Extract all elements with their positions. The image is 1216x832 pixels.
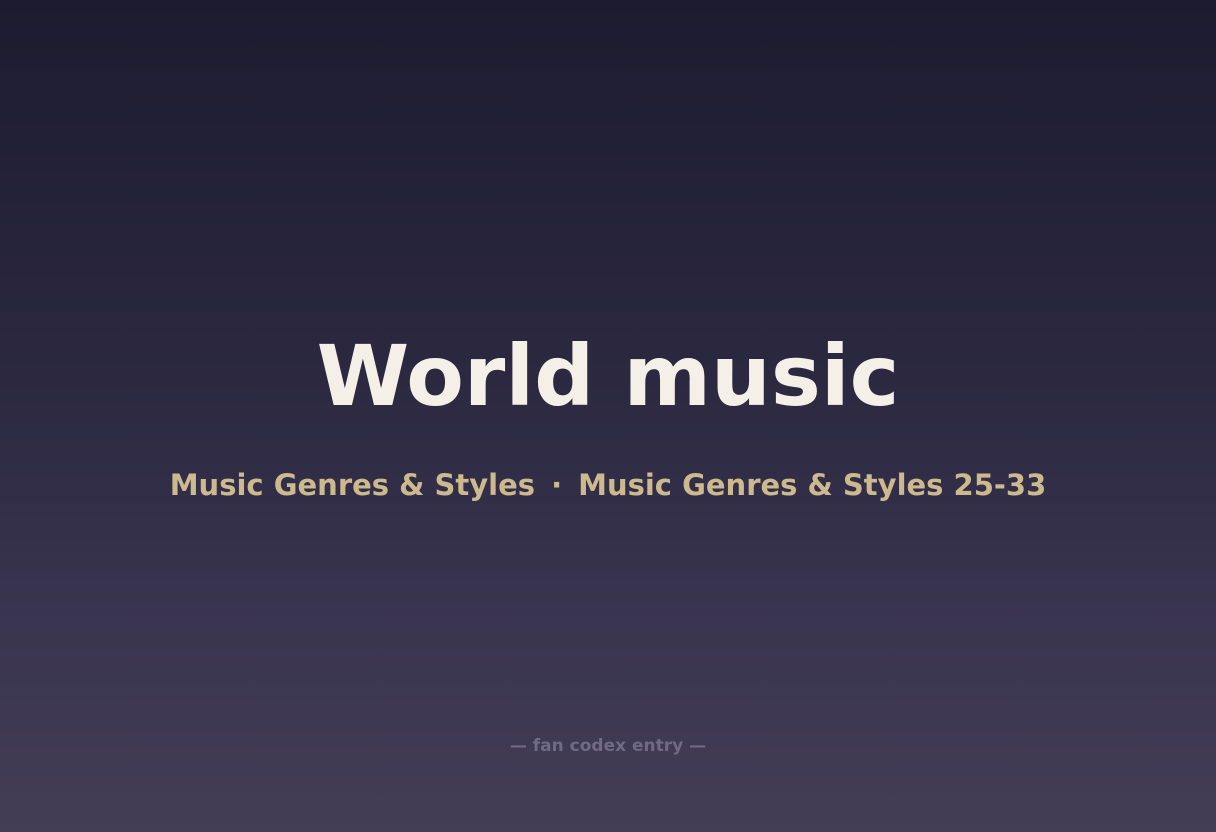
subtitle-line: Music Genres & Styles · Music Genres & Sty… — [0, 466, 1216, 504]
page-title: World music — [316, 327, 900, 425]
category-range-label: Music Genres & Styles 25-33 — [578, 468, 1047, 502]
category-label: Music Genres & Styles — [169, 468, 536, 502]
footer-caption: — fan codex entry — — [509, 736, 707, 756]
separator-dot: · — [551, 468, 563, 502]
